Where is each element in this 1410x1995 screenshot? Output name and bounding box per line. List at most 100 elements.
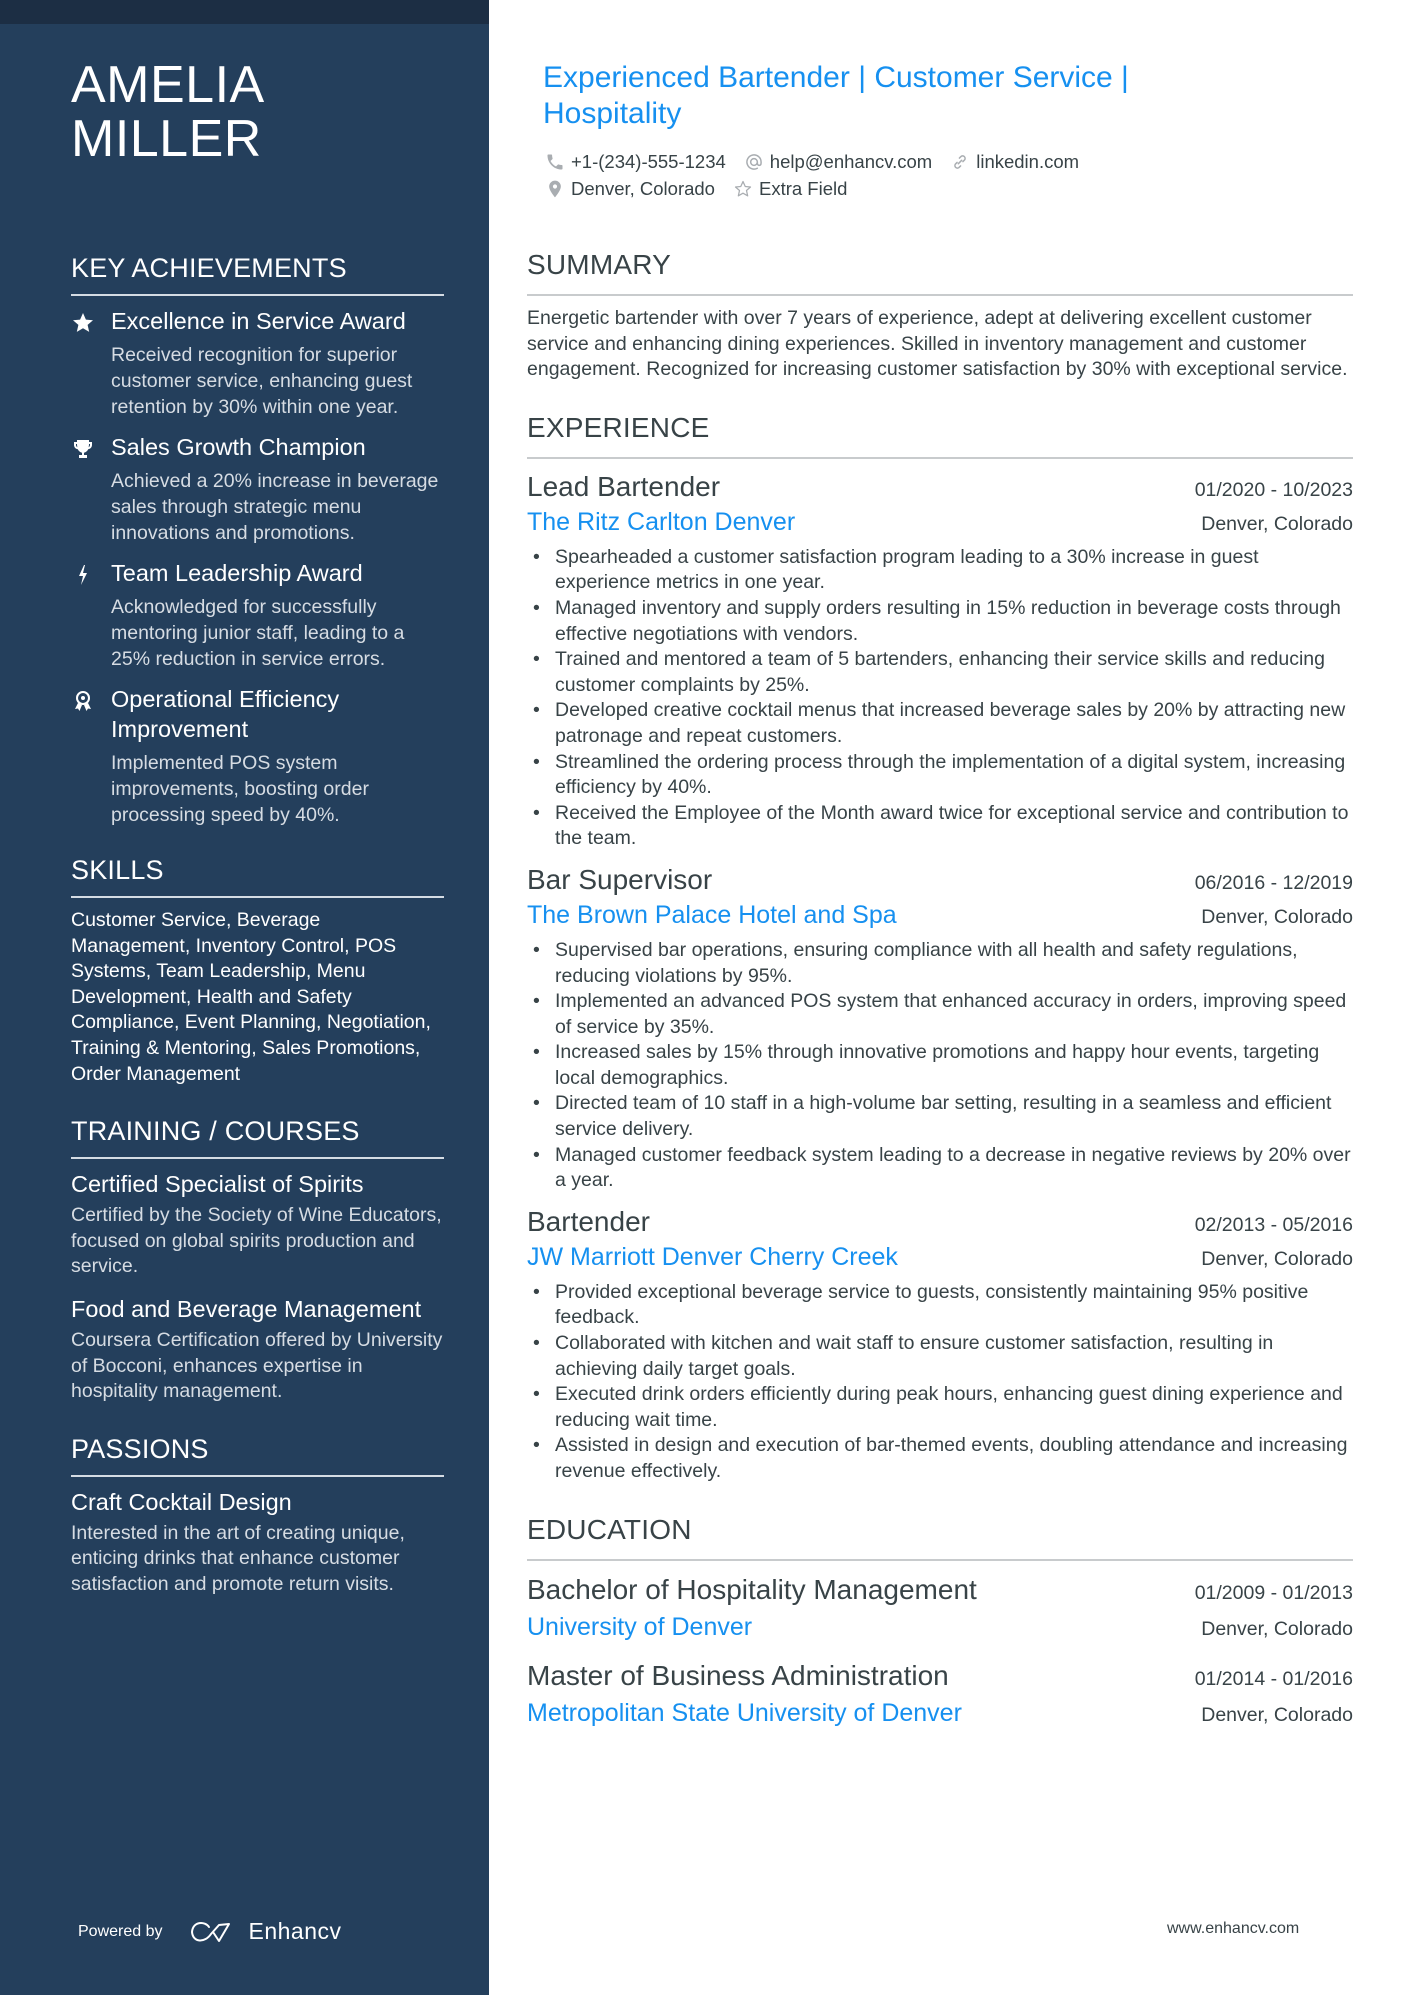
job-dates: 02/2013 - 05/2016 [1194,1213,1353,1236]
job-bullet: Managed customer feedback system leading… [527,1143,1353,1194]
degree: Master of Business Administration [527,1659,949,1691]
course-title: Certified Specialist of Spirits [71,1171,364,1198]
passion-title: Craft Cocktail Design [71,1488,292,1515]
education-dates: 01/2009 - 01/2013 [1194,1581,1353,1604]
star-outline-icon [734,180,752,196]
course-title: Food and Beverage Management [71,1295,422,1322]
contact-extra: Extra Field [733,178,847,200]
job-company: The Ritz Carlton Denver [527,507,796,536]
location-pin-icon [549,180,561,197]
job-bullet: Trained and mentored a team of 5 bartend… [527,647,1353,698]
education-heading: EDUCATION [527,1513,1353,1561]
passion-desc: Interested in the art of creating unique… [71,1521,405,1595]
trophy-icon [71,432,111,546]
job-bullet: Spearheaded a customer satisfaction prog… [527,545,1353,596]
education-section: EDUCATION Bachelor of Hospitality Manage… [527,1513,1353,1731]
job-bullet: Directed team of 10 staff in a high-volu… [527,1091,1353,1142]
job-bullet: Collaborated with kitchen and wait staff… [527,1331,1353,1382]
skills-list: Customer Service, Beverage Management, I… [71,909,431,1085]
achievement-title: Team Leadership Award [111,560,363,586]
email-text: help@enhancv.com [769,150,933,172]
job-bullets: Spearheaded a customer satisfaction prog… [527,545,1353,852]
job-role: Bartender [527,1205,650,1237]
link-text: linkedin.com [976,150,1080,172]
at-icon [745,153,762,170]
sidebar-content: AMELIA MILLER KEY ACHIEVEMENTS Excellenc… [71,58,444,1608]
enhancv-brand: Enhancv [248,1918,342,1944]
summary-text: Energetic bartender with over 7 years of… [527,307,1348,381]
job-bullet: Supervised bar operations, ensuring comp… [527,938,1353,989]
lightning-icon [71,558,111,672]
skills-heading: SKILLS [71,854,444,898]
school: Metropolitan State University of Denver [527,1698,962,1727]
job-dates: 06/2016 - 12/2019 [1194,871,1353,894]
achievement-item: Team Leadership Award Acknowledged for s… [71,558,444,672]
education-item: Bachelor of Hospitality Management 01/20… [527,1571,1353,1645]
achievement-desc: Implemented POS system improvements, boo… [111,752,369,826]
contact-email[interactable]: help@enhancv.com [744,151,932,173]
star-icon [71,306,111,420]
achievement-item: Excellence in Service Award Received rec… [71,306,444,420]
summary-section: SUMMARY Energetic bartender with over 7 … [527,248,1353,383]
job-company: JW Marriott Denver Cherry Creek [527,1242,898,1271]
job-bullet: Provided exceptional beverage service to… [527,1280,1353,1331]
job-dates: 01/2020 - 10/2023 [1194,478,1353,501]
passion-item: Craft Cocktail Design Interested in the … [71,1487,444,1598]
achievement-desc: Acknowledged for successfully mentoring … [111,596,405,670]
job-bullet: Managed inventory and supply orders resu… [527,596,1353,647]
key-achievements-heading: KEY ACHIEVEMENTS [71,252,444,296]
passions-section: PASSIONS Craft Cocktail Design Intereste… [71,1433,444,1598]
contact-link[interactable]: linkedin.com [950,151,1079,173]
powered-by: Powered by Enhancv [78,1918,342,1945]
powered-by-label: Powered by [78,1922,163,1940]
main-content: SUMMARY Energetic bartender with over 7 … [527,248,1353,1743]
training-heading: TRAINING / COURSES [71,1115,444,1160]
training-section: TRAINING / COURSES Certified Specialist … [71,1115,444,1405]
job-item: Lead Bartender 01/2020 - 10/2023 The Rit… [527,469,1353,852]
achievement-title: Operational Efficiency Improvement [111,686,340,742]
job-item: Bartender 02/2013 - 05/2016 JW Marriott … [527,1204,1353,1485]
experience-heading: EXPERIENCE [527,411,1353,459]
phone-icon [547,154,563,169]
medal-icon [71,684,111,828]
job-location: Denver, Colorado [1201,1247,1353,1270]
summary-heading: SUMMARY [527,248,1353,296]
education-location: Denver, Colorado [1201,1703,1353,1726]
achievement-item: Operational Efficiency Improvement Imple… [71,684,444,828]
job-bullets: Provided exceptional beverage service to… [527,1280,1353,1485]
job-bullet: Increased sales by 15% through innovativ… [527,1040,1353,1091]
job-bullet: Streamlined the ordering process through… [527,750,1353,801]
job-item: Bar Supervisor 06/2016 - 12/2019 The Bro… [527,862,1353,1194]
degree: Bachelor of Hospitality Management [527,1573,977,1605]
education-item: Master of Business Administration 01/201… [527,1657,1353,1731]
school: University of Denver [527,1612,753,1641]
experience-section: EXPERIENCE Lead Bartender 01/2020 - 10/2… [527,411,1353,1485]
key-achievements-section: KEY ACHIEVEMENTS Excellence in Service A… [71,252,444,828]
sidebar: AMELIA MILLER KEY ACHIEVEMENTS Excellenc… [0,0,489,1995]
footer-url[interactable]: www.enhancv.com [1167,1920,1299,1938]
job-role: Lead Bartender [527,470,721,502]
job-bullets: Supervised bar operations, ensuring comp… [527,938,1353,1194]
contact-phone[interactable]: +1-(234)-555-1234 [545,151,726,173]
course-desc: Coursera Certification offered by Univer… [71,1328,443,1403]
phone-text: +1-(234)-555-1234 [571,150,726,172]
sidebar-top-strip [0,0,489,24]
achievement-desc: Achieved a 20% increase in beverage sale… [111,470,439,544]
link-icon [954,154,967,169]
enhancv-logo[interactable]: Enhancv [189,1918,342,1945]
candidate-name: AMELIA MILLER [71,56,262,168]
education-location: Denver, Colorado [1201,1617,1353,1640]
achievement-desc: Received recognition for superior custom… [111,344,413,418]
job-bullet: Received the Employee of the Month award… [527,801,1353,852]
job-bullet: Implemented an advanced POS system that … [527,989,1353,1040]
course-item: Certified Specialist of Spirits Certifie… [71,1169,444,1280]
contact-info: +1-(234)-555-1234 help@enhancv.com linke… [545,148,1345,202]
passions-heading: PASSIONS [71,1433,444,1477]
location-text: Denver, Colorado [571,177,715,199]
achievement-item: Sales Growth Champion Achieved a 20% inc… [71,432,444,546]
skills-section: SKILLS Customer Service, Beverage Manage… [71,854,444,1087]
achievement-title: Sales Growth Champion [111,434,366,460]
job-location: Denver, Colorado [1201,512,1353,535]
job-bullet: Assisted in design and execution of bar-… [527,1433,1353,1484]
education-dates: 01/2014 - 01/2016 [1194,1667,1353,1690]
